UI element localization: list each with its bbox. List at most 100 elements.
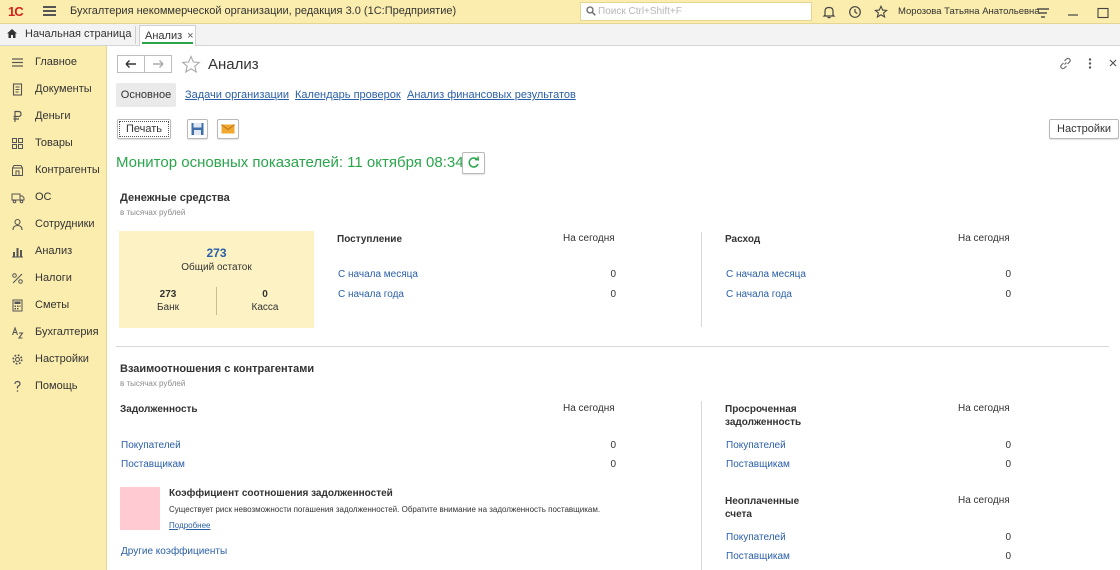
main-content: Анализ Основное Задачи организации Кален…	[107, 46, 1120, 570]
goods-icon	[12, 138, 23, 149]
title-bar: 1С Бухгалтерия некоммерческой организаци…	[0, 0, 1120, 24]
sidebar-item-help[interactable]: Помощь	[0, 376, 106, 398]
expense-header: Расход	[725, 234, 761, 245]
unpaid-header-line2: счета	[725, 509, 752, 520]
income-col-today: На сегодня	[563, 233, 615, 244]
global-search[interactable]	[580, 2, 812, 21]
sidebar-item-os[interactable]: ОС	[0, 187, 106, 209]
settings-menu-icon[interactable]	[1036, 6, 1050, 20]
percent-icon	[12, 273, 23, 284]
sidebar-item-label: Настройки	[35, 353, 89, 365]
tab-home[interactable]: Начальная страница	[6, 28, 131, 44]
other-ratios-link[interactable]: Другие коэффициенты	[121, 546, 227, 557]
ratio-more-link[interactable]: Подробнее	[169, 521, 211, 530]
tab-main[interactable]: Основное	[116, 83, 176, 107]
tab-org-tasks[interactable]: Задачи организации	[185, 83, 289, 107]
favorites-star-icon[interactable]	[874, 5, 888, 19]
sidebar-item-label: Деньги	[35, 110, 71, 122]
overdue-header-line2: задолженность	[725, 417, 802, 428]
income-year-link[interactable]: С начала года	[338, 289, 404, 300]
income-month-link[interactable]: С начала месяца	[338, 269, 418, 280]
maximize-icon[interactable]	[1096, 6, 1110, 20]
debt-header: Задолженность	[120, 404, 198, 415]
tab-analysis[interactable]: Анализ ×	[139, 25, 196, 46]
overdue-buyers-value: 0	[1005, 440, 1011, 451]
bell-icon[interactable]	[822, 5, 836, 19]
expense-month-link[interactable]: С начала месяца	[726, 269, 806, 280]
app-logo: 1С	[8, 4, 24, 19]
unpaid-buyers-link[interactable]: Покупателей	[726, 532, 786, 543]
cash-section-subtitle: в тысячах рублей	[120, 208, 186, 217]
sidebar-item-money[interactable]: Деньги	[0, 106, 106, 128]
contractors-icon	[12, 165, 23, 176]
send-email-button[interactable]	[217, 119, 239, 139]
sidebar-item-label: ОС	[35, 191, 52, 203]
overdue-suppliers-value: 0	[1005, 459, 1011, 470]
cash-total-value[interactable]: 273	[119, 246, 314, 260]
refresh-button[interactable]	[462, 152, 485, 174]
sidebar-item-estimates[interactable]: Сметы	[0, 295, 106, 317]
minimize-icon[interactable]	[1066, 8, 1080, 22]
expense-month-value: 0	[1005, 269, 1011, 280]
sidebar-item-taxes[interactable]: Налоги	[0, 268, 106, 290]
sidebar-item-contractors[interactable]: Контрагенты	[0, 160, 106, 182]
sidebar-item-documents[interactable]: Документы	[0, 79, 106, 101]
tab-home-label: Начальная страница	[25, 28, 132, 40]
sidebar-item-main[interactable]: Главное	[0, 52, 106, 74]
unpaid-buyers-value: 0	[1005, 532, 1011, 543]
calculator-icon	[12, 299, 23, 312]
search-input[interactable]	[598, 4, 808, 19]
debt-col-today: На сегодня	[563, 403, 615, 414]
history-icon[interactable]	[848, 5, 862, 19]
settings-button[interactable]: Настройки	[1049, 119, 1119, 139]
back-button[interactable]	[117, 55, 145, 73]
tab-divider	[135, 26, 136, 44]
ratio-description: Существует риск невозможности погашения …	[169, 505, 601, 514]
income-month-value: 0	[610, 269, 616, 280]
ruble-icon	[13, 110, 22, 122]
link-icon[interactable]	[1059, 57, 1072, 70]
sidebar-item-goods[interactable]: Товары	[0, 133, 106, 155]
expense-year-link[interactable]: С начала года	[726, 289, 792, 300]
search-icon	[586, 6, 596, 16]
overdue-header-line1: Просроченная	[725, 404, 797, 415]
sidebar-item-settings[interactable]: Настройки	[0, 349, 106, 371]
sidebar-item-employees[interactable]: Сотрудники	[0, 214, 106, 236]
main-menu-icon[interactable]	[43, 6, 56, 16]
expense-year-value: 0	[1005, 289, 1011, 300]
tab-inspection-calendar[interactable]: Календарь проверок	[295, 83, 401, 107]
sidebar-item-analysis[interactable]: Анализ	[0, 241, 106, 263]
accounting-icon	[11, 326, 24, 339]
overdue-suppliers-link[interactable]: Поставщикам	[726, 459, 790, 470]
debt-suppliers-link[interactable]: Поставщикам	[121, 459, 185, 470]
floppy-disk-icon	[191, 123, 204, 135]
save-button[interactable]	[187, 119, 208, 139]
refresh-icon	[468, 156, 480, 168]
close-icon[interactable]: ×	[187, 30, 193, 42]
unpaid-suppliers-link[interactable]: Поставщикам	[726, 551, 790, 562]
document-icon	[12, 83, 23, 96]
favorite-star-icon[interactable]	[181, 55, 201, 74]
overdue-buyers-link[interactable]: Покупателей	[726, 440, 786, 451]
sidebar-item-accounting[interactable]: Бухгалтерия	[0, 322, 106, 344]
relations-section-title: Взаимоотношения с контрагентами	[120, 363, 315, 375]
income-header: Поступление	[337, 234, 403, 245]
debt-buyers-link[interactable]: Покупателей	[121, 440, 181, 451]
close-form-icon[interactable]	[1108, 58, 1118, 68]
app-title: Бухгалтерия некоммерческой организации, …	[70, 5, 457, 17]
debt-suppliers-value: 0	[610, 459, 616, 470]
chart-icon	[12, 248, 23, 258]
cashbox-value: 0	[262, 289, 268, 300]
overdue-col-today: На сегодня	[958, 403, 1010, 414]
tab-financial-results[interactable]: Анализ финансовых результатов	[407, 83, 576, 107]
forward-button[interactable]	[144, 55, 172, 73]
sidebar-item-label: Документы	[35, 83, 92, 95]
sidebar-item-label: Товары	[35, 137, 73, 149]
relations-section-subtitle: в тысячах рублей	[120, 379, 186, 388]
user-name[interactable]: Морозова Татьяна Анатольевна	[898, 6, 1040, 17]
arrow-left-icon	[125, 60, 136, 68]
more-vertical-icon[interactable]	[1087, 57, 1093, 70]
monitor-title: Монитор основных показателей: 11 октября…	[116, 154, 464, 171]
gear-icon	[12, 354, 23, 365]
print-button[interactable]: Печать	[117, 119, 171, 139]
